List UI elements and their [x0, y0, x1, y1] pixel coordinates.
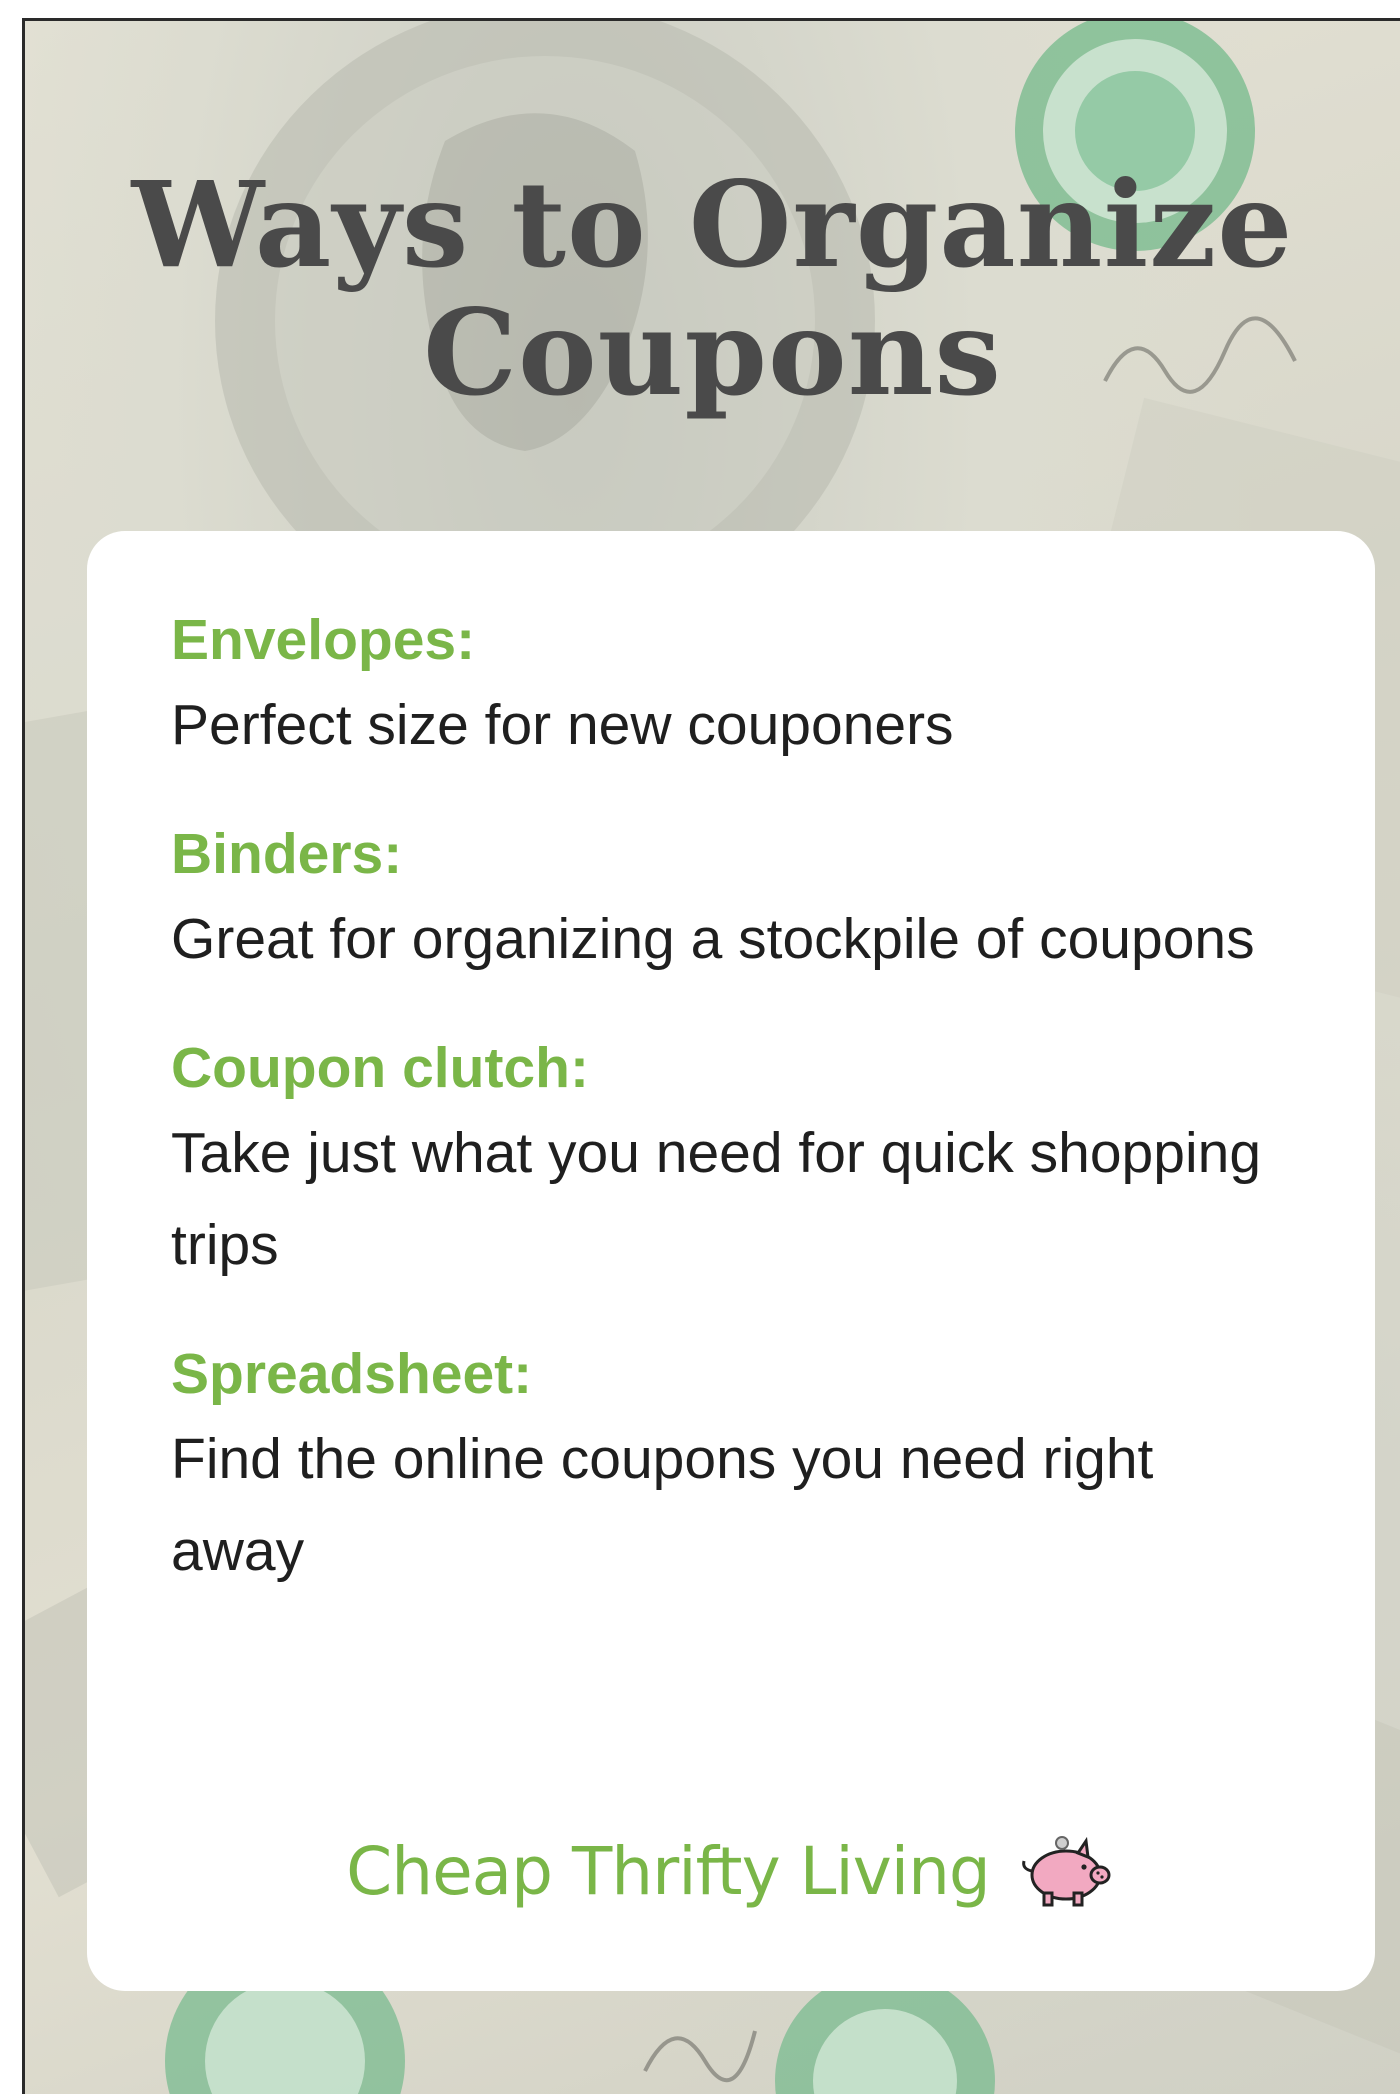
item-description: Take just what you need for quick shoppi… — [171, 1121, 1262, 1277]
piggy-bank-icon — [1022, 1836, 1111, 1907]
list-item: Coupon clutch: Take just what you need f… — [171, 1029, 1291, 1291]
item-description: Find the online coupons you need right a… — [171, 1427, 1154, 1583]
item-description: Great for organizing a stockpile of coup… — [171, 907, 1255, 971]
tips-card: Envelopes: Perfect size for new couponer… — [87, 531, 1375, 1991]
item-title: Coupon clutch: — [171, 1036, 589, 1100]
page-title: Ways to Organize Coupons — [25, 161, 1400, 417]
title-line-2: Coupons — [423, 283, 1002, 422]
item-description: Perfect size for new couponers — [171, 693, 954, 757]
brand-logo: Cheap Thrifty Living — [87, 1831, 1375, 1911]
list-item: Spreadsheet: Find the online coupons you… — [171, 1335, 1291, 1597]
brand-name: Cheap Thrifty Living — [346, 1832, 991, 1910]
list-item: Envelopes: Perfect size for new couponer… — [171, 601, 1291, 771]
item-title: Envelopes: — [171, 608, 476, 672]
item-title: Spreadsheet: — [171, 1342, 533, 1406]
item-title: Binders: — [171, 822, 403, 886]
list-item: Binders: Great for organizing a stockpil… — [171, 815, 1291, 985]
title-line-1: Ways to Organize — [131, 155, 1294, 294]
signature-decoration — [643, 2030, 757, 2083]
infographic: Ways to Organize Coupons Envelopes: Perf… — [22, 18, 1400, 2094]
